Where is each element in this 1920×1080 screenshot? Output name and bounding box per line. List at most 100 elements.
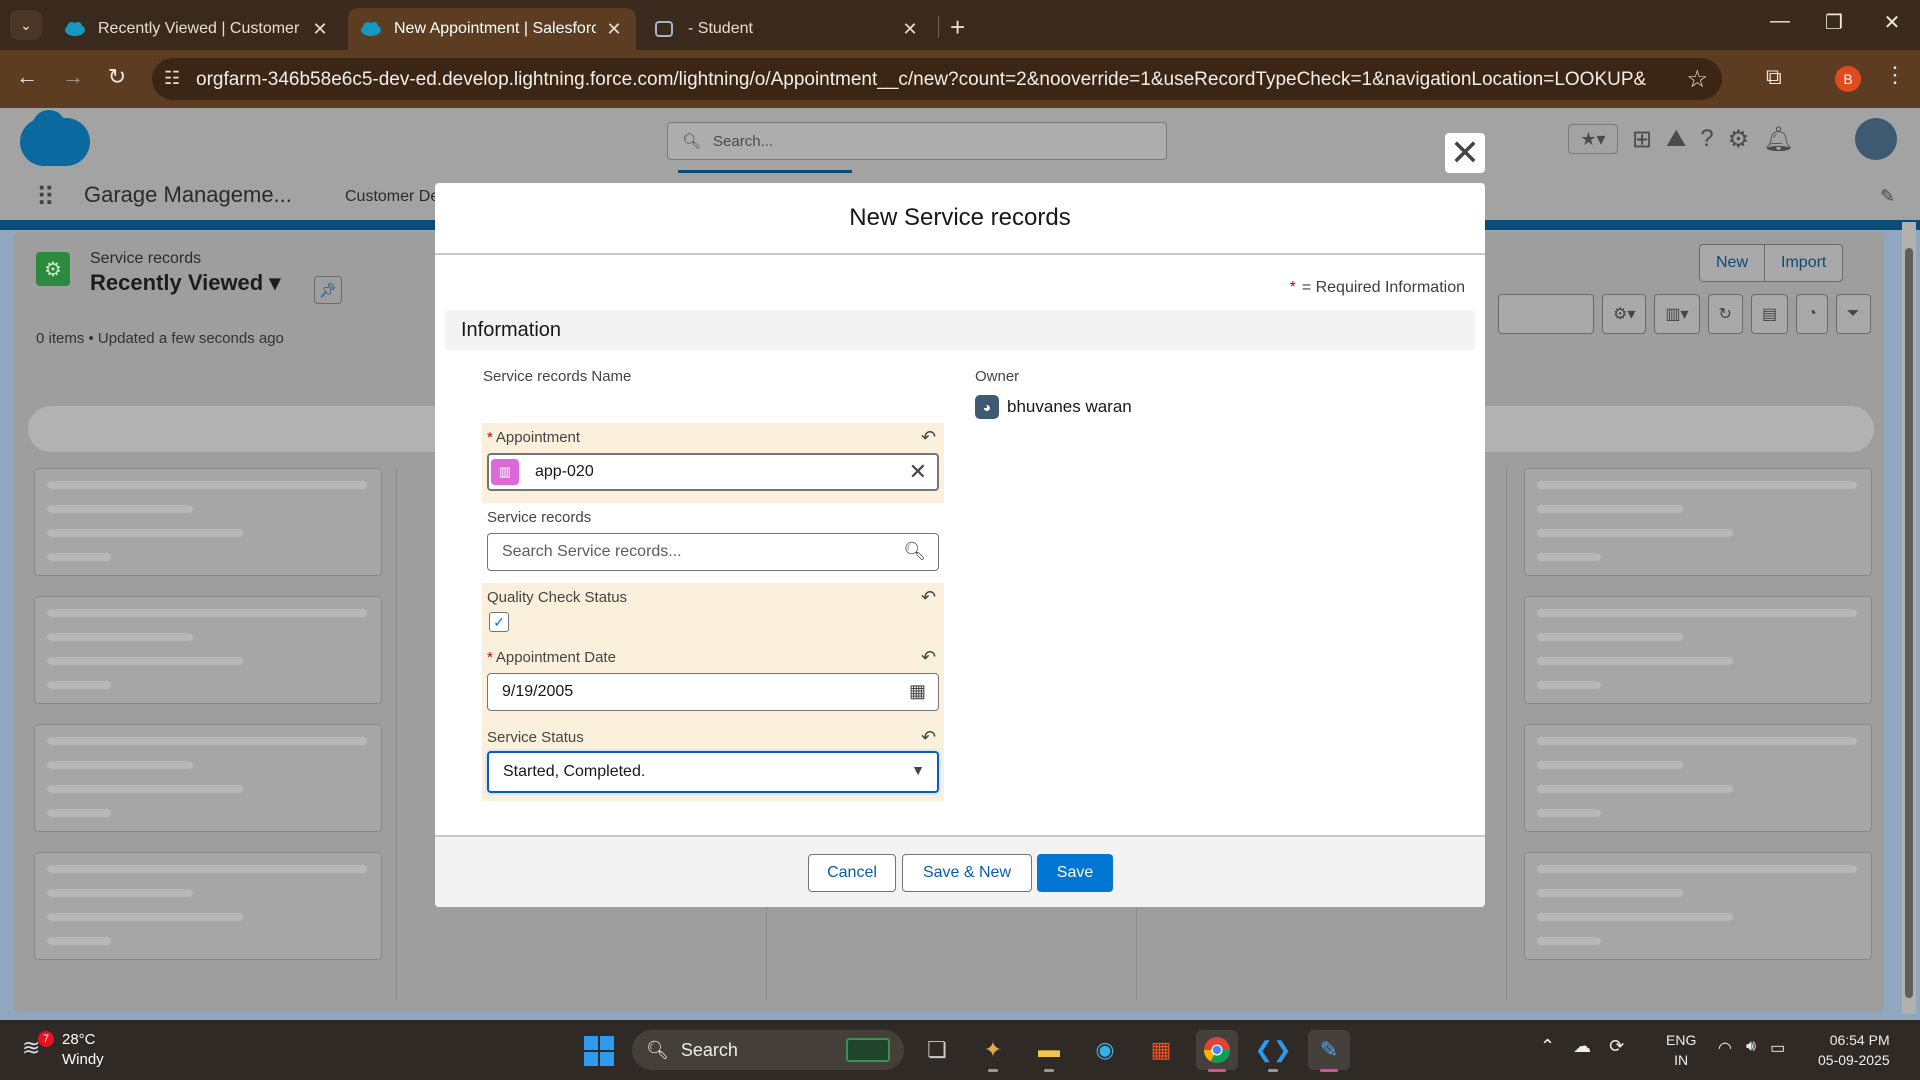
service-records-name-label: Service records Name (483, 368, 632, 385)
new-record-modal: New Service records * = Required Informat… (435, 183, 1485, 907)
taskbar-search-label: Search (680, 1039, 738, 1060)
lang-bottom: IN (1674, 1052, 1689, 1068)
kanban-card-placeholder (34, 724, 382, 832)
back-icon[interactable]: ← (12, 64, 42, 90)
header-actions: ★▾ ⊞ ⛰ ? ⚙ 🔔︎ (1568, 124, 1794, 154)
lang-top: ENG (1666, 1032, 1697, 1048)
close-icon[interactable]: ✕ (604, 19, 624, 40)
close-icon[interactable]: ✕ (900, 19, 920, 40)
import-button[interactable]: Import (1765, 244, 1844, 282)
tab-new-appointment[interactable]: New Appointment | Salesforce ✕ (348, 8, 636, 50)
salesforce-logo[interactable] (20, 110, 90, 166)
undo-icon[interactable]: ↶ (921, 647, 936, 668)
profile-avatar[interactable]: B (1835, 66, 1861, 92)
service-status-select[interactable]: Started, Completed. ▼ (487, 751, 939, 793)
chrome-icon[interactable] (1196, 1030, 1238, 1072)
chevron-down-icon[interactable]: ▾ (269, 270, 280, 295)
modal-close-button[interactable]: ✕ (1445, 133, 1485, 173)
save-and-new-button[interactable]: Save & New (902, 854, 1032, 892)
required-info-text: = Required Information (1301, 279, 1465, 296)
pin-icon[interactable]: 📌︎ (314, 276, 342, 304)
service-records-object-icon: ⚙ (36, 252, 70, 286)
kanban-card-placeholder (34, 468, 382, 576)
list-settings-gear-icon[interactable]: ⚙▾ (1602, 294, 1647, 334)
vscode-icon[interactable]: ❮❯ (1252, 1030, 1294, 1072)
trailhead-icon[interactable]: ⛰ (1666, 125, 1686, 153)
onedrive-error-icon[interactable]: ☁ (1573, 1036, 1591, 1057)
taskbar-search[interactable]: 🔍︎ Search (632, 1030, 904, 1070)
display-as-icon[interactable]: ▥▾ (1654, 294, 1700, 334)
window-close-icon[interactable]: ✕ (1872, 10, 1912, 35)
kanban-card-placeholder (34, 596, 382, 704)
close-icon[interactable]: ✕ (310, 19, 330, 40)
extensions-icon[interactable]: ⧉ (1766, 64, 1782, 90)
site-info-icon[interactable]: ☷ (164, 68, 180, 89)
charts-icon[interactable]: ◔ (1796, 294, 1828, 334)
service-records-label: Service records (487, 509, 592, 526)
calendar-icon[interactable]: ▦ (909, 681, 926, 702)
chevron-down-icon[interactable]: ▼ (911, 762, 925, 778)
refresh-icon[interactable]: ↻ (1707, 294, 1743, 334)
restore-icon[interactable]: ❐ (1814, 10, 1854, 35)
cancel-button[interactable]: Cancel (808, 854, 896, 892)
bookmark-star-icon[interactable]: ☆ (1686, 65, 1708, 94)
edge-browser-icon[interactable]: ◉ (1084, 1030, 1126, 1070)
list-view-title[interactable]: Recently Viewed ▾ (90, 270, 280, 296)
taskbar-clock[interactable]: 06:54 PM 05-09-2025 (1818, 1030, 1890, 1070)
save-button[interactable]: Save (1037, 854, 1113, 892)
appointment-lookup[interactable]: ▥ app-020 ✕ (487, 453, 939, 491)
tab-recently-viewed[interactable]: Recently Viewed | Customer De ✕ (52, 8, 342, 50)
global-actions-icon[interactable]: ⊞ (1632, 125, 1652, 154)
required-asterisk: * (487, 649, 493, 666)
clock-date: 05-09-2025 (1818, 1052, 1890, 1068)
clear-selection-icon[interactable]: ✕ (909, 459, 927, 485)
microsoft-store-icon[interactable]: ▦ (1140, 1030, 1182, 1070)
tab-search-menu-icon[interactable]: ⌄ (10, 10, 42, 40)
global-search-input[interactable]: 🔍︎ Search... (667, 122, 1167, 160)
notifications-bell-icon[interactable]: 🔔︎ (1763, 125, 1793, 154)
modal-footer: Cancel Save & New Save (435, 835, 1485, 907)
chevron-up-icon[interactable]: ⌃ (1540, 1036, 1555, 1057)
reload-icon[interactable]: ↻ (102, 64, 132, 90)
undo-icon[interactable]: ↶ (921, 727, 936, 748)
windows-start-icon[interactable] (584, 1036, 614, 1066)
quality-check-checkbox[interactable]: ✓ (489, 612, 509, 632)
owner-value[interactable]: ◕ bhuvanes waran (975, 395, 1132, 419)
sync-icon[interactable]: ⟳ (1609, 1036, 1624, 1057)
edit-nav-pencil-icon[interactable]: ✎ (1880, 186, 1895, 207)
setup-gear-icon[interactable]: ⚙ (1728, 125, 1750, 154)
page-scrollbar-thumb[interactable] (1905, 248, 1913, 998)
service-records-search-input[interactable]: Search Service records... 🔍︎ (487, 533, 939, 571)
address-bar[interactable]: ☷ orgfarm-346b58e6c5-dev-ed.develop.ligh… (152, 58, 1722, 100)
list-search-input[interactable] (1498, 294, 1594, 334)
weather-widget[interactable]: ≋ 7 28°C Windy (22, 1030, 104, 1070)
battery-icon: ▭ (1770, 1040, 1786, 1057)
search-icon: 🔍︎ (646, 1039, 669, 1060)
minimize-icon[interactable]: — (1760, 10, 1800, 33)
whiteboard-app-icon[interactable]: ✎ (1308, 1030, 1350, 1072)
tab-student[interactable]: - Student ✕ (642, 8, 932, 50)
forward-icon[interactable]: → (58, 64, 88, 90)
service-records-placeholder: Search Service records... (502, 543, 682, 560)
help-icon[interactable]: ? (1700, 125, 1713, 153)
new-button[interactable]: New (1699, 244, 1766, 282)
app-launcher-icon[interactable]: ⠿ (36, 182, 55, 213)
appointment-date-input[interactable]: 9/19/2005 ▦ (487, 673, 939, 711)
quick-settings[interactable]: ◠ 🔊︎ ▭ (1718, 1038, 1785, 1058)
new-tab-icon[interactable]: + (950, 12, 965, 43)
edit-columns-icon[interactable]: ▤ (1750, 294, 1789, 334)
language-indicator[interactable]: ENG IN (1666, 1030, 1696, 1070)
undo-icon[interactable]: ↶ (921, 427, 936, 448)
browser-menu-icon[interactable]: ⋮ (1884, 62, 1906, 88)
nav-item-customer[interactable]: Customer De (345, 188, 439, 206)
filter-icon[interactable]: ⏷ (1835, 294, 1871, 334)
user-avatar[interactable] (1855, 118, 1897, 160)
object-label: Service records (90, 250, 202, 267)
tab-title: New Appointment | Salesforce (394, 20, 596, 37)
task-view-icon[interactable]: ❏ (916, 1030, 958, 1070)
undo-icon[interactable]: ↶ (921, 587, 936, 608)
copilot-icon[interactable]: ✦ (972, 1030, 1014, 1072)
favorites-star-icon[interactable]: ★▾ (1568, 124, 1618, 154)
file-explorer-icon[interactable]: ▬ (1028, 1030, 1070, 1072)
section-information[interactable]: Information (445, 310, 1475, 350)
